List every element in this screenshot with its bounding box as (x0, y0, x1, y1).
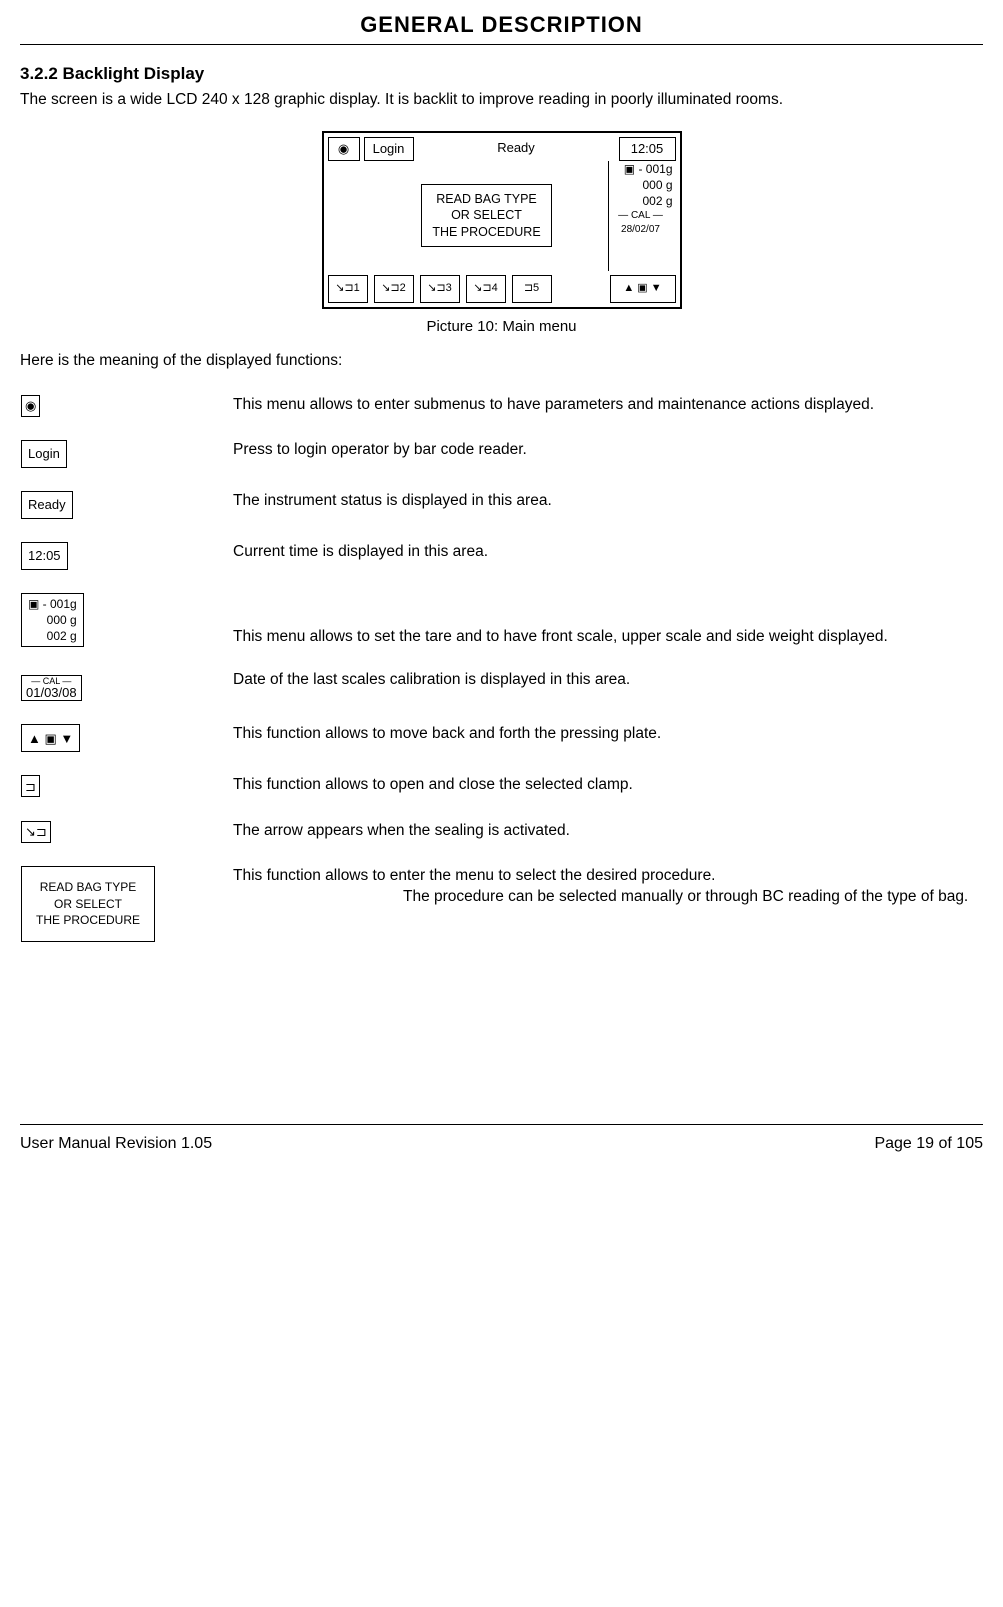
functions-intro: Here is the meaning of the displayed fun… (20, 351, 983, 372)
fn-plate-desc: This function allows to move back and fo… (232, 723, 983, 774)
lcd-weight-line: 000 g (609, 177, 673, 193)
cal-icon: — CAL — 01/03/08 (21, 675, 82, 701)
eye-icon: ◉ (21, 395, 40, 417)
ready-icon: Ready (21, 491, 73, 519)
eye-icon: ◉ (328, 137, 360, 161)
lcd-clamp-button: ⊐5 (512, 275, 552, 303)
lcd-cal-date: 28/02/07 (609, 223, 673, 237)
fn-clamp-desc: This function allows to open and close t… (232, 774, 983, 819)
lcd-weight-panel: ▣ - 001g 000 g 002 g — CAL — 28/02/07 (608, 161, 676, 271)
page-header: GENERAL DESCRIPTION (20, 10, 983, 45)
lcd-clamp-button: ↘⊐1 (328, 275, 368, 303)
fn-eye-desc: This menu allows to enter submenus to ha… (232, 394, 983, 439)
fn-seal-desc: The arrow appears when the sealing is ac… (232, 820, 983, 865)
lcd-msg-line: OR SELECT (432, 207, 540, 223)
lcd-msg-line: READ BAG TYPE (432, 191, 540, 207)
figure-caption: Picture 10: Main menu (322, 317, 682, 337)
intro-paragraph: The screen is a wide LCD 240 x 128 graph… (20, 90, 983, 111)
section-title: Backlight Display (63, 64, 205, 83)
lcd-msg-line: THE PROCEDURE (432, 224, 540, 240)
lcd-message-box: READ BAG TYPE OR SELECT THE PROCEDURE (421, 184, 551, 247)
fn-time-desc: Current time is displayed in this area. (232, 541, 983, 592)
login-icon: Login (21, 440, 67, 468)
fn-ready-desc: The instrument status is displayed in th… (232, 490, 983, 541)
lcd-figure: ◉ Login Ready 12:05 READ BAG TYPE OR SEL… (322, 131, 682, 337)
lcd-clamp-button: ↘⊐2 (374, 275, 414, 303)
procedure-icon: READ BAG TYPE OR SELECT THE PROCEDURE (21, 866, 155, 942)
footer-right: Page 19 of 105 (874, 1133, 983, 1155)
seal-icon: ↘⊐ (21, 821, 51, 843)
lcd-weight-line: 002 g (609, 193, 673, 209)
footer-left: User Manual Revision 1.05 (20, 1133, 212, 1155)
fn-proc-desc-a: This function allows to enter the menu t… (233, 867, 716, 884)
lcd-clamp-button: ↘⊐4 (466, 275, 506, 303)
clamp-icon: ⊐ (21, 775, 40, 797)
section-number: 3.2.2 (20, 64, 58, 83)
time-icon: 12:05 (21, 542, 68, 570)
section-heading: 3.2.2 Backlight Display (20, 63, 983, 86)
lcd-cal-label: CAL (631, 210, 650, 221)
lcd-frame: ◉ Login Ready 12:05 READ BAG TYPE OR SEL… (322, 131, 682, 309)
weight-icon: ▣ - 001g 000 g 002 g (21, 593, 84, 648)
lcd-login: Login (364, 137, 414, 161)
lcd-time: 12:05 (619, 137, 676, 161)
plate-icon: ▲ ▣ ▼ (21, 724, 80, 752)
lcd-weight-line: - 001g (638, 162, 672, 176)
fn-weight-desc: This menu allows to set the tare and to … (232, 592, 983, 670)
lcd-ready: Ready (418, 137, 615, 159)
lcd-plate-control: ▲ ▣ ▼ (610, 275, 676, 303)
fn-cal-desc: Date of the last scales calibration is d… (232, 669, 983, 723)
lcd-clamp-button: ↘⊐3 (420, 275, 460, 303)
functions-table: ◉ This menu allows to enter submenus to … (20, 394, 983, 964)
fn-login-desc: Press to login operator by bar code read… (232, 439, 983, 490)
fn-proc-desc: This function allows to enter the menu t… (232, 865, 983, 964)
fn-proc-desc-b: The procedure can be selected manually o… (233, 887, 982, 908)
page-footer: User Manual Revision 1.05 Page 19 of 105 (20, 1124, 983, 1155)
